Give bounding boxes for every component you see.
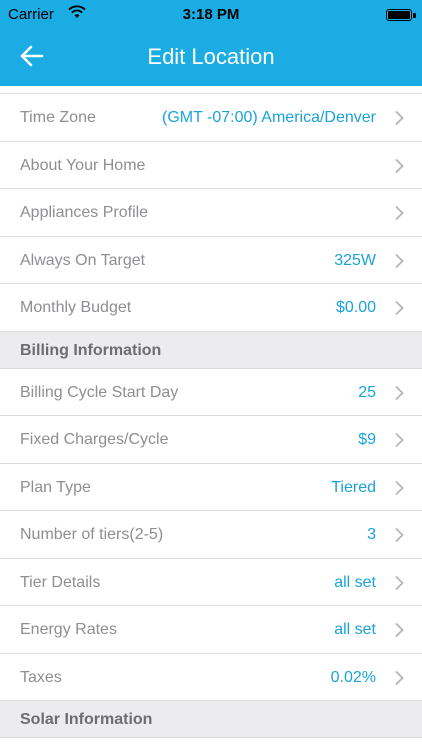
chevron-right-icon <box>395 575 404 590</box>
row-monthly-budget[interactable]: Monthly Budget $0.00 <box>0 284 422 332</box>
row-label: Number of tiers(2-5) <box>20 526 164 543</box>
page-title: Edit Location <box>147 44 275 69</box>
row-fixed-charges[interactable]: Fixed Charges/Cycle $9 <box>0 416 422 464</box>
chevron-right-icon <box>395 670 404 685</box>
section-header-billing: Billing Information <box>0 331 422 369</box>
row-label: Always On Target <box>20 251 146 269</box>
row-label: Appliances Profile <box>20 204 149 221</box>
row-value: all set <box>334 573 376 591</box>
row-label: Fixed Charges/Cycle <box>20 431 169 448</box>
row-label: Billing Cycle Start Day <box>20 383 179 401</box>
battery-icon <box>386 9 416 21</box>
row-value: 25 <box>358 383 376 401</box>
chevron-right-icon <box>395 158 404 173</box>
row-time-zone[interactable]: Time Zone (GMT -07:00) America/Denver <box>0 94 422 142</box>
row-energy-rates[interactable]: Energy Rates all set <box>0 606 422 654</box>
chevron-right-icon <box>395 480 404 495</box>
row-label: Energy Rates <box>20 621 117 638</box>
chevron-right-icon <box>395 432 404 448</box>
row-number-of-tiers[interactable]: Number of tiers(2-5) 3 <box>0 511 422 559</box>
row-appliances-profile[interactable]: Appliances Profile <box>0 189 422 237</box>
row-value: 325W <box>334 251 376 269</box>
row-value: all set <box>334 621 376 638</box>
row-tier-details[interactable]: Tier Details all set <box>0 558 422 606</box>
status-bar: Carrier 3:18 PM <box>0 0 422 30</box>
row-label: Plan Type <box>20 478 91 496</box>
row-about-your-home[interactable]: About Your Home <box>0 141 422 189</box>
row-label: Time Zone <box>20 109 96 126</box>
row-value: 3 <box>367 526 376 543</box>
row-label: Monthly Budget <box>20 299 132 316</box>
status-time: 3:18 PM <box>182 6 240 23</box>
row-value: Tiered <box>331 478 376 496</box>
row-value: 0.02% <box>330 668 376 686</box>
row-label: Taxes <box>20 668 62 686</box>
row-always-on-target[interactable]: Always On Target 325W <box>0 236 422 284</box>
row-plan-type[interactable]: Plan Type Tiered <box>0 463 422 511</box>
row-value: (GMT -07:00) America/Denver <box>162 109 376 126</box>
row-label: Tier Details <box>20 573 101 591</box>
row-label: About Your Home <box>20 156 146 174</box>
chevron-right-icon <box>395 205 404 221</box>
chevron-right-icon <box>395 253 404 268</box>
chevron-right-icon <box>395 527 404 543</box>
chevron-right-icon <box>395 300 404 316</box>
row-value: $9 <box>358 431 376 448</box>
chevron-right-icon <box>395 110 404 126</box>
navigation-bar: Edit Location <box>0 30 422 86</box>
row-value: $0.00 <box>335 299 376 316</box>
chevron-right-icon <box>395 622 404 638</box>
chevron-right-icon <box>395 385 404 400</box>
row-billing-cycle-start-day[interactable]: Billing Cycle Start Day 25 <box>0 368 422 416</box>
section-title: Billing Information <box>20 341 162 359</box>
row-taxes[interactable]: Taxes 0.02% <box>0 653 422 701</box>
section-title: Solar Information <box>20 711 153 728</box>
list-top-gap <box>0 86 422 94</box>
section-header-solar: Solar Information <box>0 701 422 738</box>
settings-list: Time Zone (GMT -07:00) America/Denver Ab… <box>0 86 422 738</box>
